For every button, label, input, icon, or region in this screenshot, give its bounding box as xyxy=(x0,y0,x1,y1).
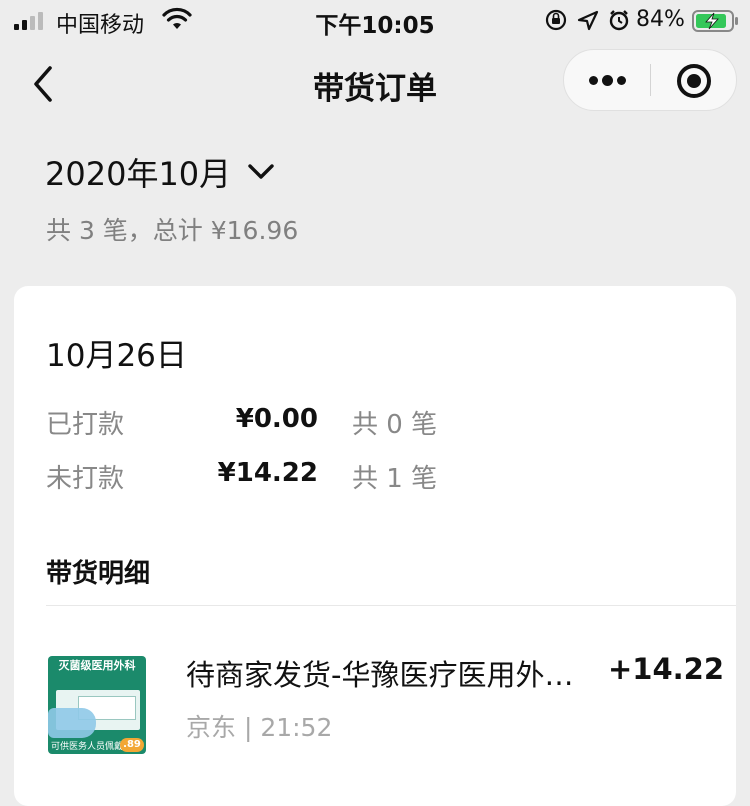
card-date: 10月26日 xyxy=(46,338,187,374)
battery-charging-icon xyxy=(692,10,738,32)
detail-section-title: 带货明细 xyxy=(46,559,151,589)
unpaid-amount: ¥14.22 xyxy=(217,458,318,488)
status-icons xyxy=(545,9,629,31)
unpaid-label: 未打款 xyxy=(46,464,125,494)
alarm-icon xyxy=(609,10,629,31)
order-title: 待商家发货-华豫医疗医用外… xyxy=(186,658,574,692)
thumb-header-text: 灭菌级医用外科 xyxy=(58,659,136,672)
month-summary: 共 3 笔，总计 ¥16.96 xyxy=(46,216,299,245)
unpaid-count: 共 1 笔 xyxy=(352,464,438,494)
mask-image xyxy=(48,708,96,738)
order-meta: 京东 | 21:52 xyxy=(186,713,333,742)
month-label: 2020年10月 xyxy=(45,155,232,193)
month-picker[interactable]: 2020年10月 xyxy=(45,150,275,194)
product-thumbnail: 灭菌级医用外科 可供医务人员佩戴 .89 xyxy=(48,656,146,754)
order-amount: +14.22 xyxy=(607,652,724,686)
divider xyxy=(46,605,736,606)
paid-label: 已打款 xyxy=(46,410,125,440)
miniprogram-close-icon[interactable] xyxy=(651,50,737,110)
chevron-down-icon xyxy=(248,164,274,179)
battery-percent: 84% xyxy=(636,7,685,32)
miniprogram-capsule xyxy=(563,49,737,111)
unpaid-row: 未打款 ¥14.22 共 1 笔 xyxy=(46,458,686,498)
price-badge: .89 xyxy=(120,738,144,752)
day-card: 10月26日 已打款 ¥0.00 共 0 笔 未打款 ¥14.22 共 1 笔 … xyxy=(14,286,736,806)
more-dots-icon[interactable] xyxy=(564,50,650,110)
order-list-item[interactable]: 灭菌级医用外科 可供医务人员佩戴 .89 待商家发货-华豫医疗医用外… +14.… xyxy=(46,652,724,756)
location-arrow-icon xyxy=(577,10,599,31)
paid-amount: ¥0.00 xyxy=(235,404,318,434)
paid-count: 共 0 笔 xyxy=(352,410,438,440)
rotation-lock-icon xyxy=(545,9,567,31)
status-bar: 中国移动 下午10:05 84% xyxy=(0,0,750,40)
paid-row: 已打款 ¥0.00 共 0 笔 xyxy=(46,404,686,444)
